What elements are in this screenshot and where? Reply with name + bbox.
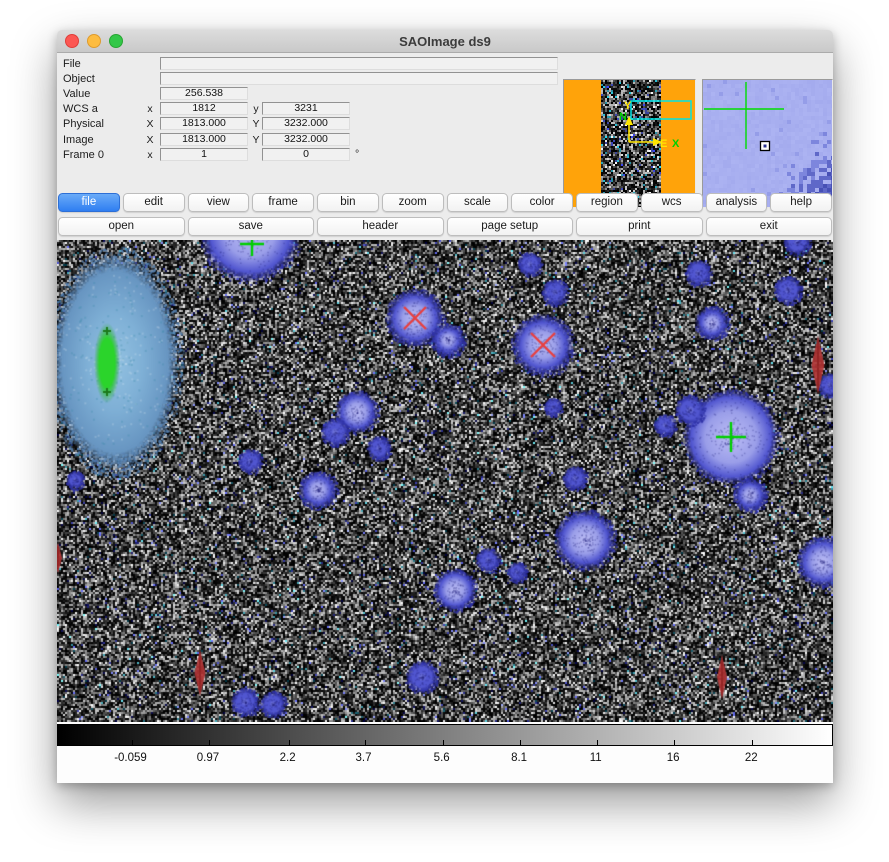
magnifier-overlay bbox=[703, 80, 832, 207]
compass-e-label: E bbox=[660, 138, 667, 150]
info-row-frame-0: Frame 0 x1 0 ° bbox=[57, 148, 567, 162]
info-row-image: Image X1813.000Y3232.000 bbox=[57, 133, 567, 147]
info-row-label: Physical bbox=[63, 118, 104, 130]
info-field-wcs-a[interactable]: 3231 bbox=[262, 102, 350, 115]
colorbar-gradient[interactable] bbox=[57, 724, 833, 746]
menu-bin[interactable]: bin bbox=[317, 193, 379, 212]
info-field-object[interactable] bbox=[160, 72, 558, 85]
colorbar-tick-label: 0.97 bbox=[197, 752, 219, 764]
button-exit[interactable]: exit bbox=[706, 217, 833, 236]
info-field-frame-0[interactable]: 0 bbox=[262, 148, 350, 161]
colorbar-tick bbox=[752, 740, 753, 745]
colorbar-tick bbox=[597, 740, 598, 745]
coord-label: Y bbox=[249, 134, 263, 146]
image-display[interactable] bbox=[57, 240, 833, 722]
button-print[interactable]: print bbox=[576, 217, 703, 236]
compass-x-label: X bbox=[672, 138, 680, 150]
degree-suffix: ° bbox=[355, 148, 359, 160]
info-field-image[interactable]: 3232.000 bbox=[262, 133, 350, 146]
info-field-image[interactable]: 1813.000 bbox=[160, 133, 248, 146]
info-row-file: File bbox=[57, 57, 567, 71]
info-row-label: Object bbox=[63, 73, 95, 85]
colorbar-tick-label: 2.2 bbox=[280, 752, 296, 764]
close-window-button[interactable] bbox=[65, 34, 79, 48]
info-row-label: Frame 0 bbox=[63, 149, 104, 161]
colorbar-tick bbox=[132, 740, 133, 745]
coord-label: y bbox=[249, 103, 263, 115]
colorbar-tick bbox=[365, 740, 366, 745]
panner-viewbox[interactable] bbox=[631, 101, 691, 119]
minimize-window-button[interactable] bbox=[87, 34, 101, 48]
info-field-value[interactable]: 256.538 bbox=[160, 87, 248, 100]
colorbar-tick-label: 16 bbox=[667, 752, 680, 764]
menu-zoom[interactable]: zoom bbox=[382, 193, 444, 212]
info-row-wcs-a: WCS a x1812y3231 bbox=[57, 102, 567, 116]
info-panel: FileObjectValue256.538WCS ax1812y3231Phy… bbox=[57, 53, 833, 192]
coord-label: X bbox=[143, 134, 157, 146]
info-field-wcs-a[interactable]: 1812 bbox=[160, 102, 248, 115]
info-field-physical[interactable]: 3232.000 bbox=[262, 117, 350, 130]
info-row-label: Value bbox=[63, 88, 90, 100]
button-page-setup[interactable]: page setup bbox=[447, 217, 574, 236]
button-open[interactable]: open bbox=[58, 217, 185, 236]
button-header[interactable]: header bbox=[317, 217, 444, 236]
coord-label: x bbox=[143, 149, 157, 161]
ds9-window: SAOImage ds9 File Object Value 256.538 WCS a… bbox=[57, 30, 833, 783]
info-row-object: Object bbox=[57, 72, 567, 86]
sky-image[interactable] bbox=[57, 240, 833, 722]
coord-label: Y bbox=[249, 118, 263, 130]
panner-overlay: Y N E X bbox=[564, 80, 695, 207]
titlebar[interactable]: SAOImage ds9 bbox=[57, 30, 833, 53]
menu-color[interactable]: color bbox=[511, 193, 573, 212]
info-field-physical[interactable]: 1813.000 bbox=[160, 117, 248, 130]
colorbar-tick bbox=[674, 740, 675, 745]
info-row-label: Image bbox=[63, 134, 94, 146]
colorbar-tick-label: 3.7 bbox=[356, 752, 372, 764]
colorbar-tick-label: 11 bbox=[590, 752, 602, 764]
info-row-label: WCS a bbox=[63, 103, 98, 115]
info-row-label: File bbox=[63, 58, 81, 70]
info-row-physical: Physical X1813.000Y3232.000 bbox=[57, 117, 567, 131]
zoom-window-button[interactable] bbox=[109, 34, 123, 48]
colorbar-tick-label: -0.059 bbox=[114, 752, 147, 764]
info-field-file[interactable] bbox=[160, 57, 558, 70]
traffic-lights bbox=[65, 30, 123, 52]
menu-wcs[interactable]: wcs bbox=[641, 193, 703, 212]
menu-frame[interactable]: frame bbox=[252, 193, 314, 212]
colorbar-tick bbox=[520, 740, 521, 745]
file-actions-bar: opensaveheaderpage setupprintexit bbox=[58, 217, 832, 236]
colorbar-tick bbox=[289, 740, 290, 745]
menu-region[interactable]: region bbox=[576, 193, 638, 212]
menu-file[interactable]: file bbox=[58, 193, 120, 212]
menu-scale[interactable]: scale bbox=[447, 193, 509, 212]
magnifier-pixel-box bbox=[761, 142, 770, 151]
info-row-value: Value 256.538 bbox=[57, 87, 567, 101]
panner-panel[interactable]: Y N E X bbox=[563, 79, 696, 208]
coord-label: X bbox=[143, 118, 157, 130]
colorbar-tick-label: 5.6 bbox=[434, 752, 450, 764]
menu-view[interactable]: view bbox=[188, 193, 250, 212]
info-field-frame-0[interactable]: 1 bbox=[160, 148, 248, 161]
compass-n-label: N bbox=[619, 111, 627, 123]
window-title: SAOImage ds9 bbox=[57, 34, 833, 49]
colorbar-tick bbox=[443, 740, 444, 745]
colorbar: -0.059 0.97 2.2 3.7 5.6 8.1 11 16 22 bbox=[57, 722, 833, 783]
button-save[interactable]: save bbox=[188, 217, 315, 236]
menu-bar: fileeditviewframebinzoomscalecolorregion… bbox=[58, 193, 832, 212]
menu-help[interactable]: help bbox=[770, 193, 832, 212]
colorbar-tick-label: 22 bbox=[745, 752, 758, 764]
panner-compass: Y N E X bbox=[619, 100, 680, 150]
menu-edit[interactable]: edit bbox=[123, 193, 185, 212]
colorbar-tick bbox=[209, 740, 210, 745]
coord-label: x bbox=[143, 103, 157, 115]
magnifier-panel[interactable] bbox=[702, 79, 833, 208]
colorbar-tick-label: 8.1 bbox=[511, 752, 527, 764]
menu-analysis[interactable]: analysis bbox=[706, 193, 768, 212]
